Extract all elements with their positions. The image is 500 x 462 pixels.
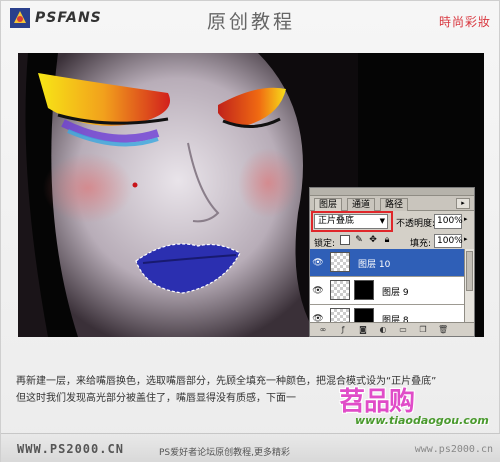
opacity-label: 不透明度:	[396, 219, 436, 229]
lock-all-icon[interactable]: 🔒︎	[382, 235, 392, 245]
tab-layers[interactable]: 图层	[314, 198, 343, 212]
link-layers-icon[interactable]: ∞	[318, 325, 328, 334]
tab-paths[interactable]: 路径	[380, 198, 409, 211]
opacity-input[interactable]: 100%	[434, 214, 463, 229]
panel-footer: ∞ ƒ ◙ ◐ ▭ ❐ 🗑︎	[310, 322, 474, 336]
layer-mask-thumbnail	[354, 280, 374, 300]
panel-titlebar[interactable]	[310, 188, 474, 196]
footer-site-url[interactable]: WWW.PS2000.CN	[17, 442, 124, 456]
layer-name: 图层 9	[382, 288, 409, 298]
page-title: 原创教程	[206, 11, 295, 33]
adjustment-layer-icon[interactable]: ◐	[378, 325, 388, 334]
new-group-icon[interactable]: ▭	[398, 325, 408, 334]
header: PSFANS 原创教程 時尚彩妝	[1, 1, 500, 43]
watermark: 苕品购 www.tiaodaogou.com	[339, 381, 499, 451]
layer-style-icon[interactable]: ƒ	[338, 325, 348, 334]
tab-channels[interactable]: 通道	[347, 198, 376, 211]
fill-input[interactable]: 100%	[434, 234, 463, 248]
tutorial-page: PSFANS 原创教程 時尚彩妝 图层 通道 路径 ▸ 正片叠底 ▼ 不透明度:…	[0, 0, 500, 462]
panel-menu-button[interactable]: ▸	[456, 198, 470, 209]
fill-slider-arrow-icon[interactable]: ▸	[464, 235, 468, 243]
blend-mode-highlight-box	[311, 211, 393, 232]
scroll-thumb[interactable]	[466, 251, 473, 291]
new-layer-icon[interactable]: ❐	[418, 325, 428, 334]
footer-note: PS爱好者论坛原创教程,更多精彩	[159, 448, 291, 458]
fill-label: 填充:	[410, 239, 432, 249]
add-mask-icon[interactable]: ◙	[358, 325, 368, 334]
category-tag: 時尚彩妝	[438, 15, 491, 29]
watermark-url: www.tiaodaogou.com	[355, 414, 489, 427]
watermark-text: 苕品购	[339, 387, 415, 417]
layer-row-9[interactable]: 👁︎ 图层 9	[310, 277, 466, 305]
eye-icon[interactable]: 👁︎	[312, 258, 324, 268]
lock-label: 锁定:	[314, 239, 336, 249]
lock-brush-icon[interactable]: ✎	[354, 235, 364, 245]
lock-transparency-icon[interactable]	[340, 235, 350, 245]
layers-scrollbar[interactable]	[464, 249, 474, 323]
menu-arrow-icon: ▸	[461, 199, 465, 207]
layer-thumbnail	[330, 252, 350, 272]
panel-tabs: 图层 通道 路径 ▸	[310, 196, 474, 212]
lock-move-icon[interactable]: ✥	[368, 235, 378, 245]
layer-row-10[interactable]: 👁︎ 图层 10	[310, 249, 466, 277]
opacity-slider-arrow-icon[interactable]: ▸	[464, 215, 468, 223]
blend-row: 正片叠底 ▼ 不透明度: 100% ▸	[310, 211, 474, 232]
layer-thumbnail	[330, 280, 350, 300]
eye-icon[interactable]: 👁︎	[312, 286, 324, 296]
lock-row: 锁定: ✎ ✥ 🔒︎ 填充: 100% ▸	[310, 232, 474, 250]
layer-name: 图层 10	[358, 260, 391, 270]
delete-layer-icon[interactable]: 🗑︎	[438, 325, 448, 334]
layers-panel: 图层 通道 路径 ▸ 正片叠底 ▼ 不透明度: 100% ▸ 锁定: ✎ ✥ 🔒…	[309, 187, 475, 337]
